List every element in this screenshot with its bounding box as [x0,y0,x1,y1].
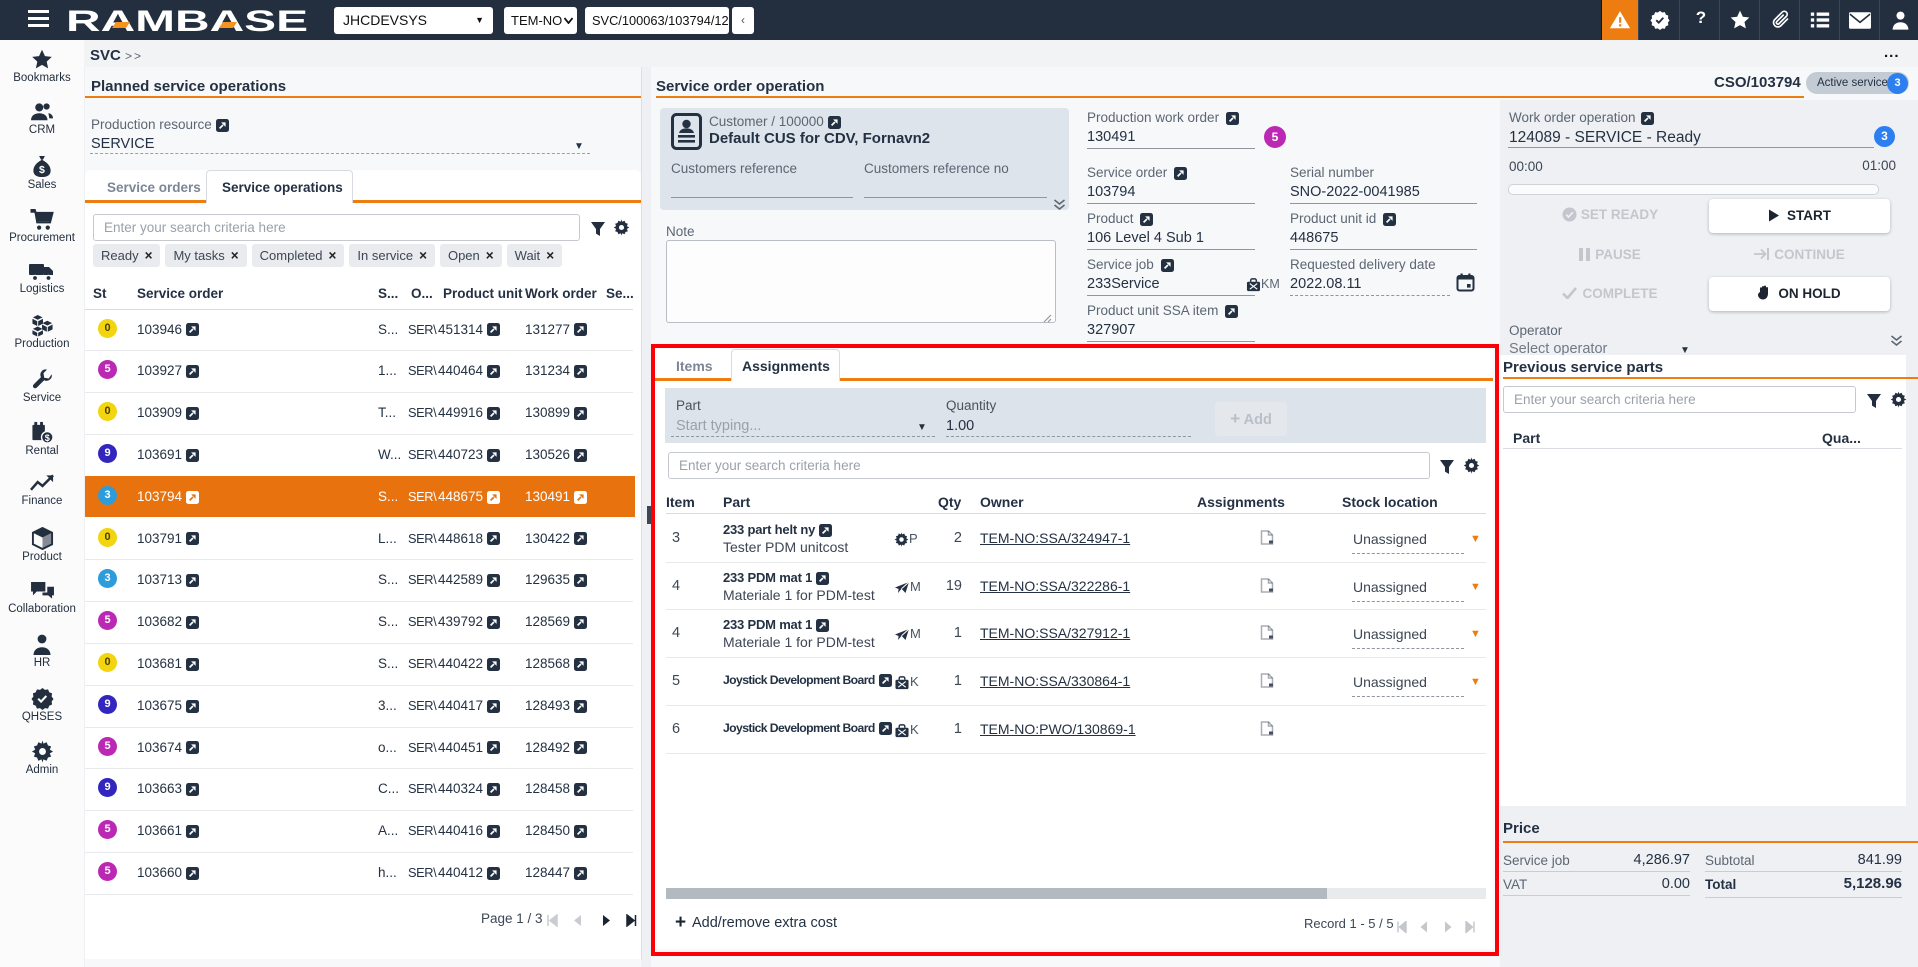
svg-text:RAMBASE: RAMBASE [66,5,308,35]
svg-text:$: $ [39,164,45,176]
svg-text:$: $ [45,433,50,443]
